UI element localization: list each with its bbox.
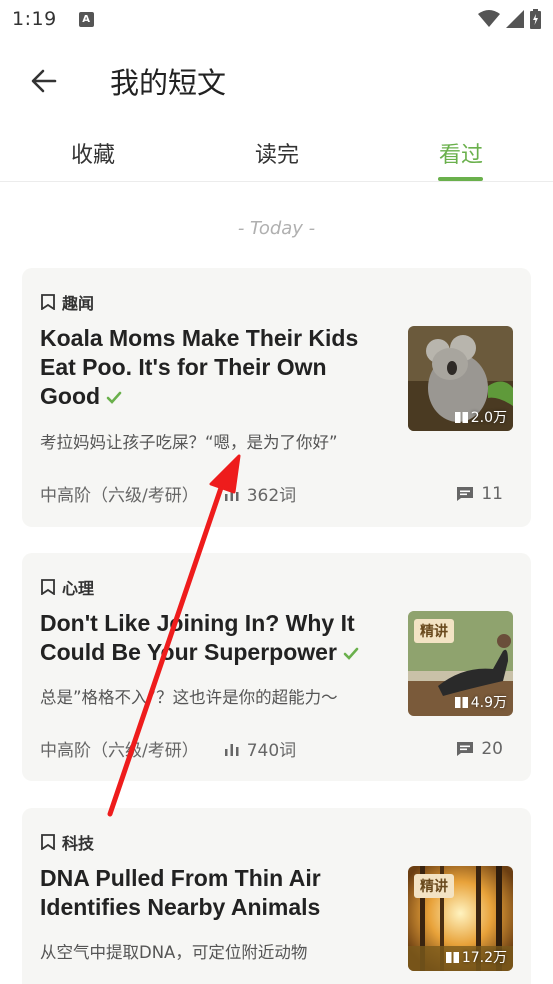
tab-viewed[interactable]: 看过 <box>401 124 521 182</box>
view-count-label: 4.9万 <box>470 695 507 711</box>
back-button[interactable] <box>24 61 64 101</box>
card-title: Koala Moms Make Their Kids Eat Poo. It's… <box>40 324 390 411</box>
book-icon <box>454 411 468 423</box>
status-bar: 1:19 A <box>0 0 553 38</box>
signal-icon <box>506 10 524 28</box>
card-subtitle: 考拉妈妈让孩子吃屎？“嗯，是为了你好” <box>40 433 338 452</box>
card-thumbnail: 精讲 17.2万 <box>408 866 513 971</box>
category-label: 趣闻 <box>62 294 95 313</box>
book-icon <box>454 696 468 708</box>
article-card[interactable]: 心理 Don't Like Joining In? Why It Could B… <box>22 553 531 781</box>
article-card[interactable]: 趣闻 Koala Moms Make Their Kids Eat Poo. I… <box>22 268 531 527</box>
card-category: 科技 <box>40 830 94 854</box>
status-time: 1:19 <box>12 8 57 30</box>
bookmark-icon <box>41 834 55 850</box>
article-card[interactable]: 科技 DNA Pulled From Thin Air Identifies N… <box>22 808 531 984</box>
view-count: 4.9万 <box>454 692 507 712</box>
card-thumbnail: 精讲 4.9万 <box>408 611 513 716</box>
featured-badge: 精讲 <box>414 874 454 898</box>
card-thumbnail: 2.0万 <box>408 326 513 431</box>
card-subtitle: 总是”格格不入”？这也许是你的超能力～ <box>40 688 338 707</box>
comment-count: 11 <box>457 484 503 504</box>
card-title-text: DNA Pulled From Thin Air Identifies Near… <box>40 865 321 920</box>
tab-favorites[interactable]: 收藏 <box>33 124 153 182</box>
card-title-text: Koala Moms Make Their Kids Eat Poo. It's… <box>40 325 359 409</box>
difficulty-level: 中高阶（六级/考研） <box>40 486 199 506</box>
section-date-label: - Today - <box>237 218 316 239</box>
bookmark-icon <box>41 294 55 310</box>
view-count: 17.2万 <box>445 947 507 967</box>
word-count: 362词 <box>224 481 297 506</box>
difficulty-level: 中高阶（六级/考研） <box>40 741 199 761</box>
app-header: 我的短文 <box>0 48 553 114</box>
tab-bar: 收藏 读完 看过 <box>0 124 553 182</box>
card-subtitle: 从空气中提取DNA，可定位附近动物 <box>40 943 308 962</box>
word-count-label: 362词 <box>246 486 297 506</box>
comment-count-label: 20 <box>481 738 503 759</box>
battery-icon <box>530 9 541 29</box>
card-meta: 中高阶（六级/考研） 740词 20 <box>40 736 503 762</box>
tab-finished[interactable]: 读完 <box>217 124 337 182</box>
card-title-text: Don't Like Joining In? Why It Could Be Y… <box>40 610 355 665</box>
comment-icon <box>457 741 474 756</box>
book-icon <box>445 951 459 963</box>
card-category: 趣闻 <box>40 290 94 314</box>
category-label: 科技 <box>62 834 95 853</box>
card-title: DNA Pulled From Thin Air Identifies Near… <box>40 864 390 922</box>
word-count: 740词 <box>224 736 297 761</box>
view-count-label: 2.0万 <box>470 410 507 426</box>
card-category: 心理 <box>40 575 94 599</box>
featured-badge: 精讲 <box>414 619 454 643</box>
bar-chart-icon <box>224 488 239 501</box>
page-title: 我的短文 <box>110 66 227 100</box>
notification-a-icon: A <box>78 11 94 27</box>
wifi-icon <box>478 10 500 27</box>
status-icons <box>478 9 541 29</box>
active-tab-indicator <box>438 177 483 181</box>
card-title: Don't Like Joining In? Why It Could Be Y… <box>40 609 390 667</box>
card-meta: 中高阶（六级/考研） 362词 11 <box>40 481 503 507</box>
category-label: 心理 <box>62 579 95 598</box>
read-check-icon <box>343 647 359 660</box>
view-count: 2.0万 <box>454 407 507 427</box>
view-count-label: 17.2万 <box>461 950 507 966</box>
read-check-icon <box>106 391 122 404</box>
screen: 1:19 A 我的短文 收藏 读完 看过 - Today - 趣闻 Koala … <box>0 0 553 984</box>
arrow-left-icon <box>31 69 57 93</box>
comment-count-label: 11 <box>481 483 503 504</box>
comment-icon <box>457 486 474 501</box>
word-count-label: 740词 <box>246 741 297 761</box>
comment-count: 20 <box>457 739 503 759</box>
bar-chart-icon <box>224 743 239 756</box>
bookmark-icon <box>41 579 55 595</box>
